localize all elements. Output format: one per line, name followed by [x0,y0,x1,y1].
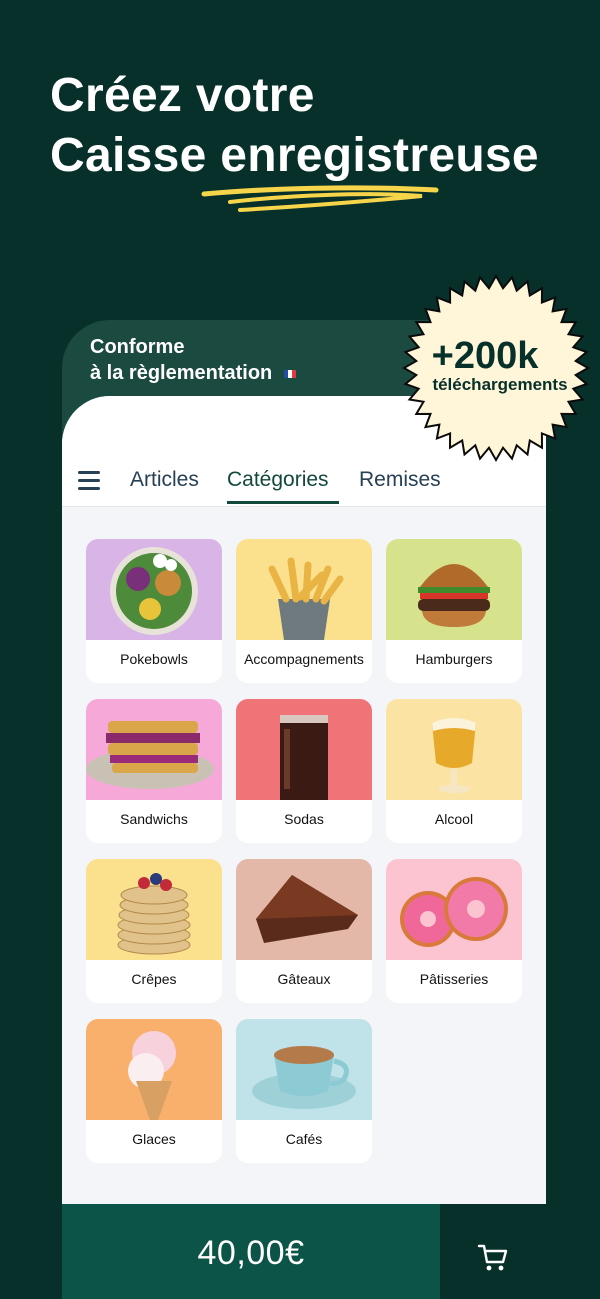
downloads-count: +200k [431,335,539,377]
category-tile-alcool[interactable]: Alcool [386,699,522,843]
tab-discounts[interactable]: Remises [359,468,441,492]
category-tile-gateaux[interactable]: Gâteaux [236,859,372,1003]
compliance-line-1: Conforme [90,336,185,358]
headline: Créez votre Caisse enregistreuse [50,66,539,186]
icecream-icon [86,1019,222,1120]
category-label: Pâtisseries [419,971,489,987]
category-tile-pokebowls[interactable]: Pokebowls [86,539,222,683]
category-label: Pokebowls [120,651,188,667]
category-tile-glaces[interactable]: Glaces [86,1019,222,1163]
category-tile-crepes[interactable]: Crêpes [86,859,222,1003]
pokebowl-icon [86,539,222,640]
category-label: Glaces [132,1131,176,1147]
category-label: Sandwichs [120,811,188,827]
compliance-line-2-row: à la règlementation [90,360,296,386]
category-tile-sodas[interactable]: Sodas [236,699,372,843]
headline-line-1: Créez votre [50,69,315,122]
compliance-line-2: à la règlementation [90,362,273,384]
tab-articles[interactable]: Articles [130,468,199,492]
category-label: Hamburgers [415,651,493,667]
compliance-text: Conforme à la règlementation [90,334,296,386]
soda-icon [236,699,372,800]
category-label: Alcool [434,811,474,827]
underline-swash [201,185,439,212]
category-label: Crêpes [131,971,177,987]
category-tile-patisseries[interactable]: Pâtisseries [386,859,522,1003]
category-tile-sandwichs[interactable]: Sandwichs [86,699,222,843]
beer-icon [386,699,522,800]
cart-icon[interactable] [476,1241,510,1275]
burger-icon [386,539,522,640]
cart-total: 40,00€ [197,1234,305,1272]
active-tab-indicator [227,501,339,504]
donut-icon [386,859,522,960]
fries-icon [236,539,372,640]
category-tile-accompagnements[interactable]: Accompagnements [236,539,372,683]
menu-icon[interactable] [78,471,100,490]
category-tile-hamburgers[interactable]: Hamburgers [386,539,522,683]
checkout-button[interactable]: 40,00€ [62,1204,440,1299]
category-label: Sodas [284,811,324,827]
coffee-icon [236,1019,372,1120]
sandwich-icon [86,699,222,800]
category-tile-cafes[interactable]: Cafés [236,1019,372,1163]
category-label: Cafés [285,1131,323,1147]
app-screen: Articles Catégories Remises Pokebowls Ac… [62,396,546,1204]
pancakes-icon [86,859,222,960]
category-label: Accompagnements [244,651,364,667]
downloads-label: téléchargements [432,375,568,394]
tab-categories[interactable]: Catégories [227,468,329,492]
headline-line-2: Caisse enregistreuse [50,129,539,182]
france-flag-icon [283,369,296,378]
category-label: Gâteaux [277,971,331,987]
cake-icon [236,859,372,960]
